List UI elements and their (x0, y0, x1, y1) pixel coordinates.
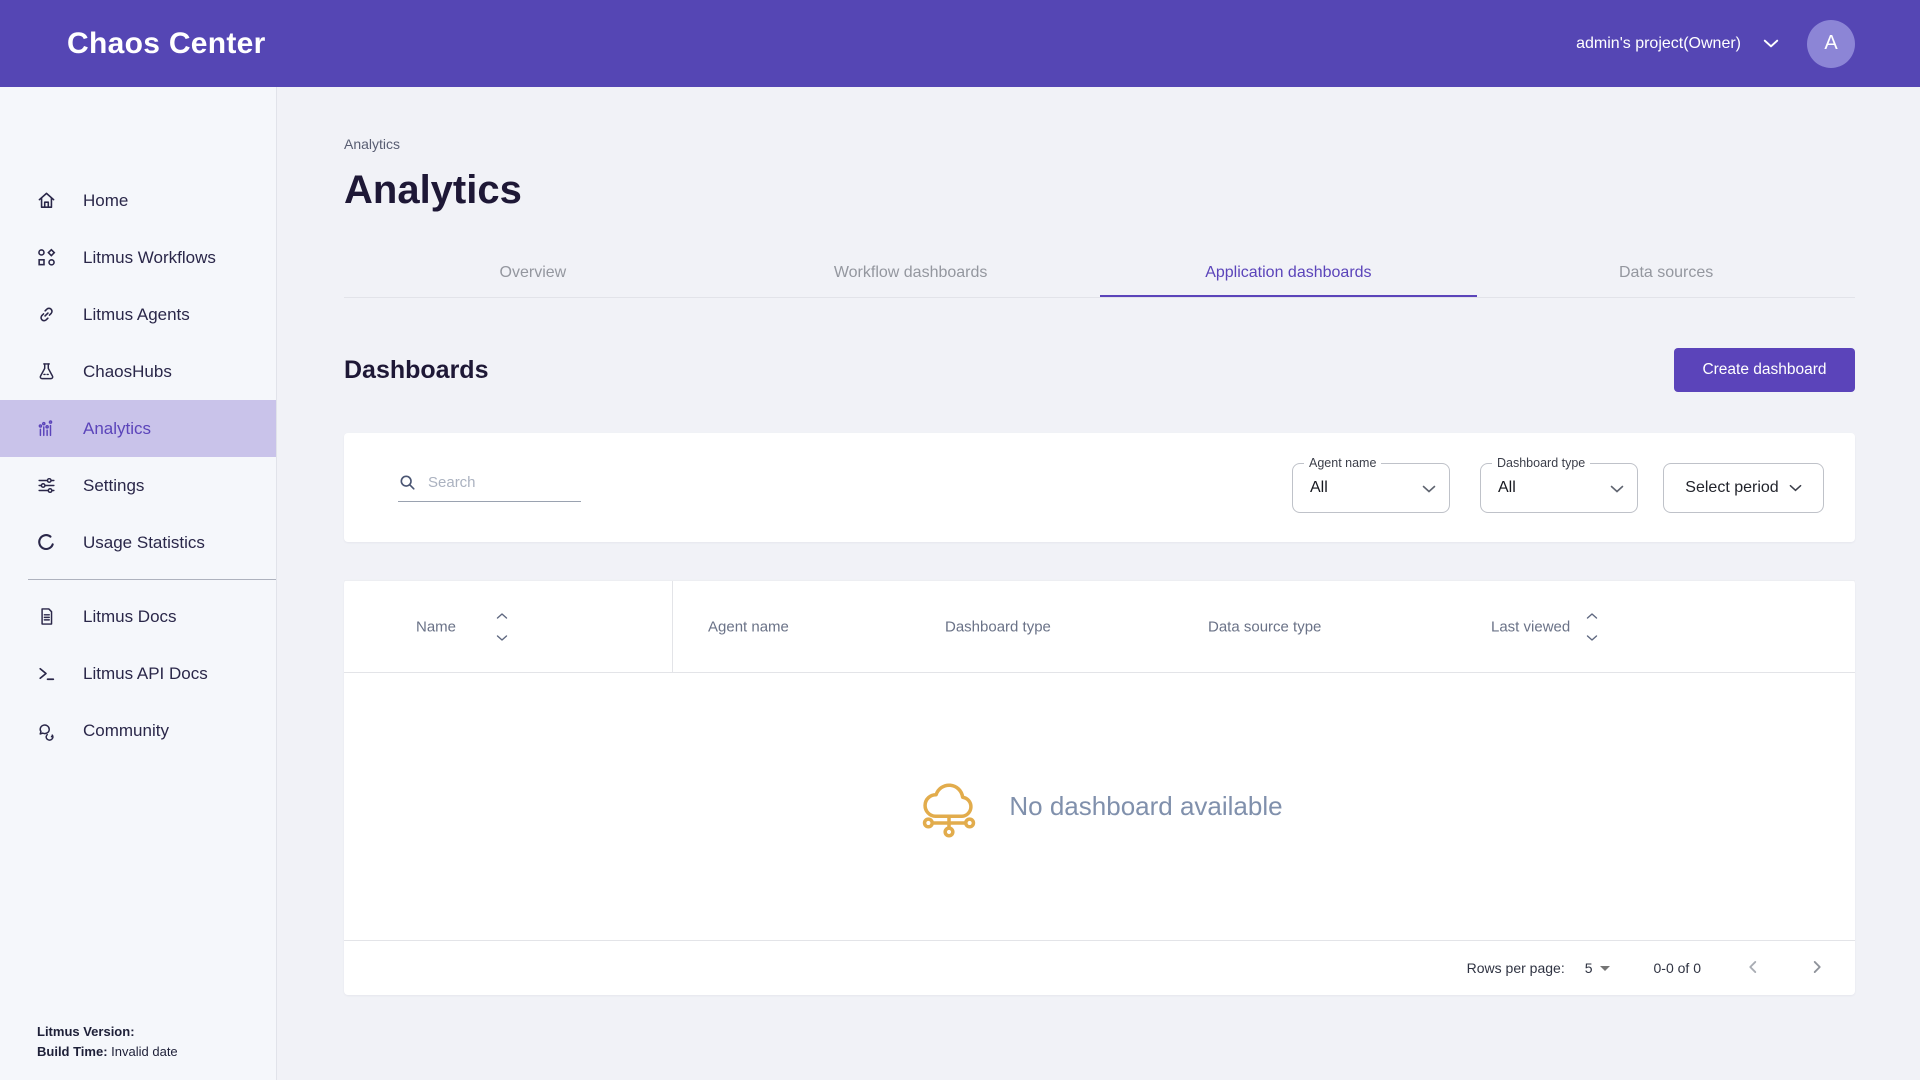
tab-data-sources[interactable]: Data sources (1477, 249, 1855, 297)
chevron-right-icon (1806, 956, 1828, 978)
sidebar-item-label: ChaosHubs (83, 362, 172, 382)
column-header-last-viewed: Last viewed (1491, 612, 1598, 641)
search-icon (398, 473, 417, 492)
version-info: Litmus Version: Build Time: Invalid date (37, 1022, 178, 1062)
sidebar-item-litmus-api-docs[interactable]: Litmus API Docs (0, 645, 276, 702)
sidebar-item-home[interactable]: Home (0, 172, 276, 229)
sidebar-divider (28, 579, 276, 580)
sidebar-item-community[interactable]: Community (0, 702, 276, 759)
sidebar-item-label: Litmus Agents (83, 305, 190, 325)
link-icon (36, 304, 57, 325)
sidebar-item-label: Litmus Docs (83, 607, 177, 627)
sidebar-item-litmus-agents[interactable]: Litmus Agents (0, 286, 276, 343)
rows-per-page-value: 5 (1585, 960, 1593, 976)
tab-application-dashboards[interactable]: Application dashboards (1100, 249, 1478, 297)
header-right: admin's project(Owner) A (1576, 20, 1855, 68)
flask-icon (36, 361, 57, 382)
column-label: Agent name (708, 618, 789, 635)
dashboard-type-select-label: Dashboard type (1492, 456, 1590, 470)
create-dashboard-button[interactable]: Create dashboard (1674, 348, 1855, 392)
sliders-icon (36, 475, 57, 496)
app-title: Chaos Center (67, 27, 266, 61)
column-label: Name (416, 618, 456, 635)
filter-bar: Agent name All Dashboard type All Select… (344, 433, 1855, 542)
sort-descending-icon[interactable] (496, 634, 508, 641)
sidebar-item-usage-statistics[interactable]: Usage Statistics (0, 514, 276, 571)
sidebar-item-label: Community (83, 721, 169, 741)
select-period-button[interactable]: Select period (1663, 463, 1824, 513)
search-field (398, 473, 581, 502)
agent-name-select[interactable]: Agent name All (1292, 463, 1450, 513)
document-icon (36, 606, 57, 627)
chevron-down-icon (1610, 485, 1624, 493)
sidebar-item-analytics[interactable]: Analytics (0, 400, 276, 457)
sidebar-item-label: Usage Statistics (83, 533, 205, 553)
workflows-icon (36, 247, 57, 268)
sidebar-item-label: Home (83, 191, 128, 211)
circle-arc-icon (36, 532, 57, 553)
agent-name-select-label: Agent name (1304, 456, 1381, 470)
next-page-button[interactable] (1805, 956, 1829, 980)
previous-page-button[interactable] (1741, 956, 1765, 980)
empty-message: No dashboard available (1009, 791, 1282, 822)
column-label: Data source type (1208, 618, 1321, 635)
chevron-left-icon (1742, 956, 1764, 978)
home-icon (36, 190, 57, 211)
build-time-label: Build Time: (37, 1044, 108, 1059)
chevron-down-icon[interactable] (1763, 39, 1779, 48)
tab-workflow-dashboards[interactable]: Workflow dashboards (722, 249, 1100, 297)
project-selector[interactable]: admin's project(Owner) (1576, 35, 1741, 53)
column-label: Dashboard type (945, 618, 1051, 635)
rows-per-page-label: Rows per page: (1467, 960, 1565, 976)
sort-descending-icon[interactable] (1586, 634, 1598, 641)
sidebar: Home Litmus Workflows Litmus Agents Chao… (0, 87, 277, 1080)
sidebar-item-settings[interactable]: Settings (0, 457, 276, 514)
column-header-name: Name (416, 612, 508, 641)
search-input[interactable] (428, 474, 581, 491)
pagination-range: 0-0 of 0 (1654, 960, 1701, 976)
chat-bubbles-icon (36, 720, 57, 741)
sidebar-item-litmus-docs[interactable]: Litmus Docs (0, 588, 276, 645)
column-header-agent-name: Agent name (708, 618, 789, 635)
sort-controls (1586, 612, 1598, 641)
sort-ascending-icon[interactable] (1586, 612, 1598, 619)
sidebar-item-label: Settings (83, 476, 144, 496)
empty-state: No dashboard available (344, 673, 1855, 940)
sidebar-item-label: Litmus API Docs (83, 664, 208, 684)
sidebar-item-label: Analytics (83, 419, 151, 439)
rows-per-page-select[interactable]: 5 (1585, 960, 1610, 976)
tab-bar: Overview Workflow dashboards Application… (344, 249, 1855, 298)
column-label: Last viewed (1491, 618, 1570, 635)
dashboard-type-select-value: All (1498, 479, 1516, 497)
dashboard-type-select[interactable]: Dashboard type All (1480, 463, 1638, 513)
sidebar-item-chaoshubs[interactable]: ChaosHubs (0, 343, 276, 400)
sidebar-item-litmus-workflows[interactable]: Litmus Workflows (0, 229, 276, 286)
column-header-dashboard-type: Dashboard type (945, 618, 1051, 635)
table-header-row: Name Agent name Dashboard type Data sour… (344, 580, 1855, 673)
caret-down-icon (1600, 966, 1610, 971)
breadcrumb: Analytics (344, 136, 1855, 152)
select-period-label: Select period (1685, 479, 1778, 497)
pagination-bar: Rows per page: 5 0-0 of 0 (344, 940, 1855, 995)
sort-controls (496, 612, 508, 641)
build-time-value: Invalid date (111, 1044, 178, 1059)
dashboards-table: Name Agent name Dashboard type Data sour… (344, 580, 1855, 995)
litmus-version-label: Litmus Version: (37, 1024, 135, 1039)
chevron-down-icon (1789, 484, 1802, 492)
section-title: Dashboards (344, 356, 488, 385)
cloud-network-icon (916, 774, 982, 840)
column-header-data-source-type: Data source type (1208, 618, 1321, 635)
terminal-icon (36, 663, 57, 684)
column-divider (672, 581, 673, 672)
page-title: Analytics (344, 168, 1855, 213)
bar-chart-icon (36, 418, 57, 439)
chevron-down-icon (1422, 485, 1436, 493)
sort-ascending-icon[interactable] (496, 612, 508, 619)
sidebar-item-label: Litmus Workflows (83, 248, 216, 268)
avatar[interactable]: A (1807, 20, 1855, 68)
main-content: Analytics Analytics Overview Workflow da… (277, 87, 1920, 1080)
app-header: Chaos Center admin's project(Owner) A (0, 0, 1920, 87)
tab-overview[interactable]: Overview (344, 249, 722, 297)
agent-name-select-value: All (1310, 479, 1328, 497)
